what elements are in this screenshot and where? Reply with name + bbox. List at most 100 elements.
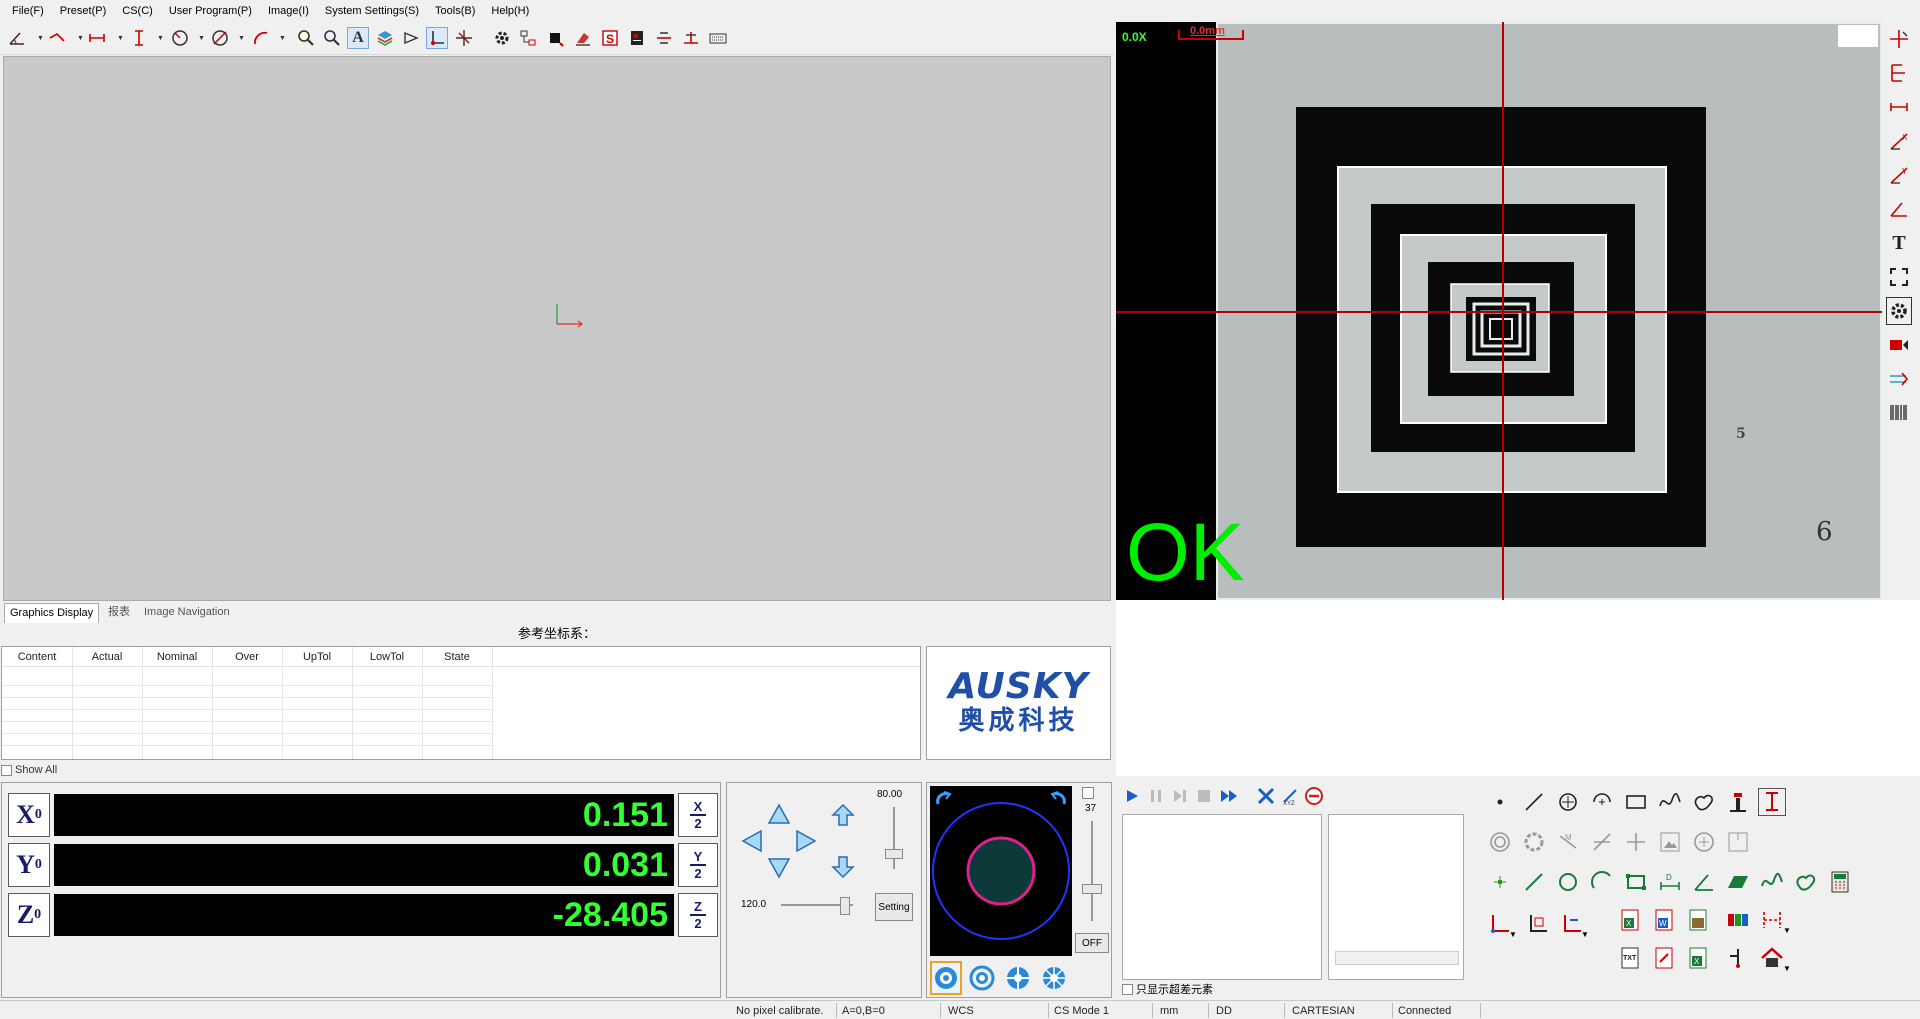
export-access-icon[interactable]	[1684, 906, 1712, 934]
probe-icon[interactable]	[1724, 944, 1752, 972]
x-axis-align-icon[interactable]: X	[1886, 127, 1912, 155]
speed-slider-thumb[interactable]	[885, 848, 903, 859]
crosshair-add-icon[interactable]	[1886, 25, 1912, 53]
text-annotation-icon[interactable]: A	[347, 27, 369, 49]
arc-center-icon[interactable]	[1588, 788, 1616, 816]
barcode-icon[interactable]	[1886, 399, 1912, 427]
coordinate-rotate-icon[interactable]	[1524, 910, 1552, 938]
col-content[interactable]: Content	[2, 647, 72, 667]
show-all-checkbox[interactable]: Show All	[1, 762, 201, 778]
chevron-down-icon[interactable]: ▼	[1580, 920, 1590, 948]
col-over[interactable]: Over	[212, 647, 282, 667]
half-x-button[interactable]: X2	[678, 793, 718, 837]
tab-report[interactable]: 报表	[103, 603, 135, 623]
chevron-down-icon[interactable]: ▼	[279, 35, 286, 42]
program-detail[interactable]	[1328, 814, 1464, 980]
point-tool-icon[interactable]	[1486, 788, 1514, 816]
ring-light-all-icon[interactable]	[930, 961, 962, 995]
circle-diameter-icon[interactable]	[209, 27, 231, 49]
export-word-icon[interactable]: W	[1650, 906, 1678, 934]
z-down-icon[interactable]	[831, 855, 855, 879]
half-y-button[interactable]: Y2	[678, 843, 718, 887]
checkbox-icon[interactable]	[1, 764, 12, 776]
tools-icon[interactable]	[1256, 786, 1276, 806]
chevron-down-icon[interactable]: ▼	[198, 35, 205, 42]
camera-view[interactable]: 5 6 0.0X 0.0mm OK	[1116, 22, 1882, 600]
line-measure-icon[interactable]	[1520, 788, 1548, 816]
xyz-icon[interactable]: XYZ	[1280, 786, 1300, 806]
auto-circle-icon[interactable]	[1554, 868, 1582, 896]
auto-distance-icon[interactable]: D	[1656, 868, 1684, 896]
curve-tool-icon[interactable]	[1656, 788, 1684, 816]
chevron-down-icon[interactable]: ▼	[1782, 954, 1792, 982]
menu-image[interactable]: Image(I)	[260, 5, 317, 17]
image-capture-icon[interactable]	[1656, 828, 1684, 856]
ring-light-segment-icon[interactable]	[1003, 963, 1033, 993]
stop-icon[interactable]	[1196, 788, 1212, 804]
ring-light-inner-icon[interactable]	[967, 963, 997, 993]
s-script-icon[interactable]: S	[599, 27, 621, 49]
angle-measure-icon[interactable]	[1886, 195, 1912, 223]
bisector-icon[interactable]	[1588, 828, 1616, 856]
gear-icon[interactable]	[491, 27, 513, 49]
angle-tool-icon[interactable]	[6, 27, 28, 49]
frame-tool-icon[interactable]	[1724, 828, 1752, 856]
menu-help[interactable]: Help(H)	[483, 5, 537, 17]
fullscreen-icon[interactable]	[1886, 263, 1912, 291]
export-excel-icon[interactable]: X	[1616, 906, 1644, 934]
pause-icon[interactable]	[1148, 788, 1164, 804]
line-tool-icon[interactable]	[46, 27, 68, 49]
only-out-tol-checkbox[interactable]: 只显示超差元素	[1122, 982, 1322, 996]
edge-find-icon[interactable]	[1886, 365, 1912, 393]
speed-slider-h-thumb[interactable]	[839, 897, 850, 915]
eye-view-icon[interactable]	[400, 27, 422, 49]
text-tool-icon[interactable]: T	[1886, 229, 1912, 257]
auto-blob-icon[interactable]	[1792, 868, 1820, 896]
auto-rectangle-icon[interactable]	[1622, 868, 1650, 896]
col-state[interactable]: State	[422, 647, 492, 667]
export-pdf-icon[interactable]	[1650, 944, 1678, 972]
ring-light-quad-icon[interactable]	[1039, 963, 1069, 993]
distance-tool-icon[interactable]	[86, 27, 108, 49]
align-edge-icon[interactable]	[680, 27, 702, 49]
light-slider-thumb[interactable]	[1082, 884, 1102, 894]
eraser-icon[interactable]	[572, 27, 594, 49]
crosshair-tool-icon[interactable]	[453, 27, 475, 49]
col-actual[interactable]: Actual	[72, 647, 142, 667]
program-list[interactable]	[1122, 814, 1322, 980]
circle-center-icon[interactable]	[1554, 788, 1582, 816]
y-axis-align-icon[interactable]: Y	[1886, 161, 1912, 189]
export-excel-alt-icon[interactable]: X	[1684, 944, 1712, 972]
menu-file[interactable]: File(F)	[4, 5, 52, 17]
step-icon[interactable]	[1172, 788, 1188, 804]
half-z-button[interactable]: Z2	[678, 893, 718, 937]
hierarchy-icon[interactable]	[517, 27, 539, 49]
arrow-right-icon[interactable]	[795, 829, 817, 853]
report-book-icon[interactable]	[626, 27, 648, 49]
arrow-left-icon[interactable]	[741, 829, 763, 853]
auto-line-icon[interactable]	[1520, 868, 1548, 896]
zoom-out-icon[interactable]	[321, 27, 343, 49]
menu-user-program[interactable]: User Program(P)	[161, 5, 260, 17]
tab-image-navigation[interactable]: Image Navigation	[139, 603, 235, 623]
play-icon[interactable]	[1124, 788, 1140, 804]
fast-forward-icon[interactable]	[1220, 788, 1240, 804]
height-gauge-icon[interactable]	[1724, 788, 1752, 816]
chevron-down-icon[interactable]: ▼	[77, 35, 84, 42]
auto-plane-icon[interactable]	[1724, 868, 1752, 896]
layers-icon[interactable]	[374, 27, 396, 49]
light-checkbox[interactable]	[1082, 787, 1094, 799]
horizontal-distance-icon[interactable]	[1886, 93, 1912, 121]
rectangle-tool-icon[interactable]	[1622, 788, 1650, 816]
chevron-down-icon[interactable]: ▼	[37, 35, 44, 42]
arrow-down-icon[interactable]	[767, 857, 791, 879]
video-record-icon[interactable]	[1886, 331, 1912, 359]
chevron-down-icon[interactable]: ▼	[157, 35, 164, 42]
keyboard-icon[interactable]	[707, 27, 729, 49]
menu-cs[interactable]: CS(C)	[114, 5, 161, 17]
setting-button[interactable]: Setting	[875, 893, 913, 921]
target-circle-icon[interactable]	[1690, 828, 1718, 856]
auto-angle-icon[interactable]	[1690, 868, 1718, 896]
depth-measure-icon[interactable]	[1758, 788, 1786, 816]
cancel-icon[interactable]	[1304, 786, 1324, 806]
